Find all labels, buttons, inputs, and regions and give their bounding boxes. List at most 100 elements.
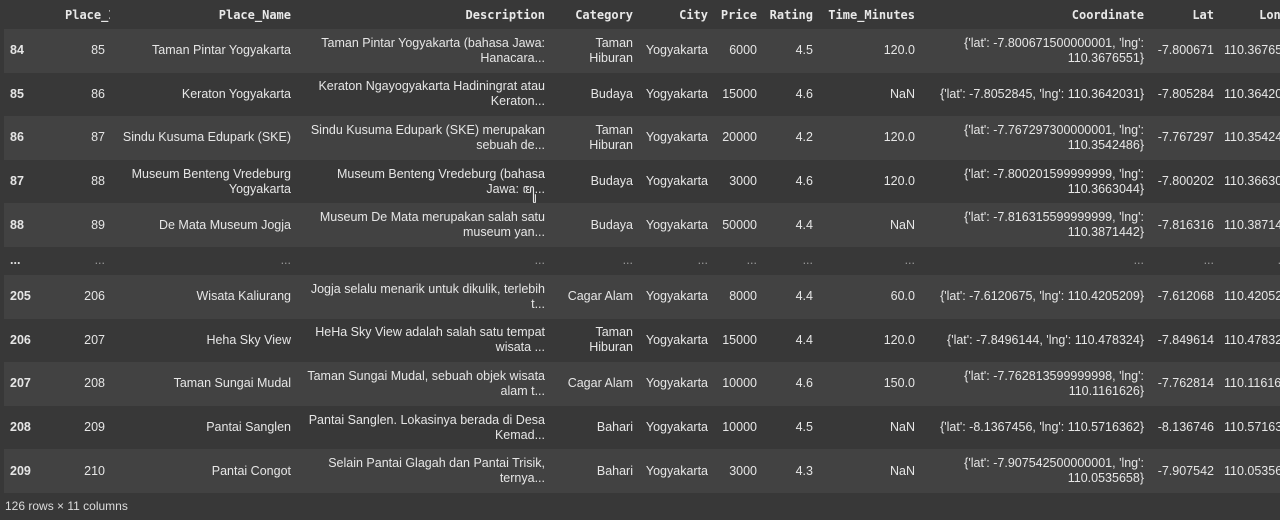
long-cell: 110.367655 — [1224, 43, 1280, 58]
city-cell: ... — [697, 253, 708, 268]
long-header: Long — [1259, 7, 1280, 22]
table-row: 208 209 Pantai Sanglen Pantai Sanglen. Loka… — [4, 405, 1280, 450]
lat-cell: -8.136746 — [1157, 420, 1214, 435]
description-cell: HeHa Sky View adalah salah satu tempat w… — [315, 325, 545, 355]
city-cell: Yogyakarta — [645, 174, 708, 189]
lat-cell: -7.767297 — [1157, 130, 1214, 145]
time-minutes-cell: NaN — [889, 217, 915, 232]
city-cell: Yogyakarta — [645, 376, 708, 391]
city-cell: Yogyakarta — [645, 420, 708, 435]
place-name-cell: ... — [280, 253, 291, 268]
place-id-cell: 206 — [84, 289, 105, 304]
time-minutes-cell: 120.0 — [883, 174, 915, 189]
place-id-cell: ... — [94, 253, 105, 268]
city-cell: Yogyakarta — [645, 332, 708, 347]
description-cell: Keraton Ngayogyakarta Hadiningrat atau K… — [318, 79, 545, 109]
table-row: 87 88 Museum Benteng Vredeburg Yogyakarta M… — [4, 159, 1280, 204]
coordinate-cell: {'lat': -7.907542500000001, 'lng': 110.0… — [964, 456, 1144, 486]
description-cell: Museum Benteng Vredeburg (bahasa Jawa: ꦩ… — [336, 166, 545, 196]
city-cell: Yogyakarta — [645, 86, 708, 101]
price-cell: 8000 — [729, 289, 757, 304]
long-cell: 110.571636 — [1224, 420, 1280, 435]
rating-header: Rating — [769, 7, 813, 22]
lat-cell: -7.612068 — [1157, 289, 1214, 304]
category-cell: Budaya — [590, 86, 633, 101]
table-row: 86 87 Sindu Kusuma Edupark (SKE) Sindu Kusu… — [4, 116, 1280, 160]
ellipsis-row: .................................... — [4, 246, 1280, 275]
rating-cell: 4.6 — [795, 376, 813, 391]
category-cell: Taman Hiburan — [589, 122, 633, 152]
place-id-cell: 87 — [91, 130, 105, 145]
place-id-cell: 210 — [84, 463, 105, 478]
category-cell: Cagar Alam — [567, 376, 633, 391]
category-cell: ... — [622, 253, 633, 268]
place-id-cell: 89 — [91, 217, 105, 232]
category-cell: Budaya — [590, 174, 633, 189]
table-row: 206 207 Heha Sky View HeHa Sky View adalah … — [4, 318, 1280, 363]
description-cell: Taman Pintar Yogyakarta (bahasa Jawa: Ha… — [321, 35, 545, 65]
table-row: 205 206 Wisata Kaliurang Jogja selalu menar… — [4, 274, 1280, 319]
coordinate-cell: {'lat': -7.6120675, 'lng': 110.4205209} — [940, 289, 1144, 304]
long-cell: 110.366304 — [1224, 174, 1280, 189]
description-cell: ... — [534, 253, 545, 268]
description-cell: Pantai Sanglen. Lokasinya berada di Desa… — [308, 412, 545, 442]
place-name-cell: Wisata Kaliurang — [196, 289, 292, 304]
long-cell: 110.354249 — [1224, 130, 1280, 145]
place-id-cell: 88 — [91, 174, 105, 189]
place-id-header: Place_Id — [65, 7, 110, 22]
category-header: Category — [575, 7, 633, 22]
time-minutes-cell: 120.0 — [883, 332, 915, 347]
header-row: Place_Id Place_Name Description Category Cit… — [4, 0, 1280, 29]
time-minutes-cell: NaN — [889, 86, 915, 101]
price-cell: 10000 — [722, 376, 757, 391]
coordinate-cell: ... — [1133, 253, 1144, 268]
row-index: ... — [10, 253, 21, 268]
table-body: 84 85 Taman Pintar Yogyakarta Taman Pintar … — [4, 29, 1280, 493]
city-cell: Yogyakarta — [645, 43, 708, 58]
place-name-cell: Pantai Sanglen — [206, 420, 291, 435]
place-id-cell: 207 — [84, 332, 105, 347]
row-index: 209 — [10, 463, 31, 478]
coordinate-cell: {'lat': -8.1367456, 'lng': 110.5716362} — [940, 420, 1144, 435]
row-index: 85 — [10, 86, 24, 101]
rating-cell: 4.3 — [795, 463, 813, 478]
coordinate-cell: {'lat': -7.762813599999998, 'lng': 110.1… — [964, 368, 1144, 398]
lat-cell: -7.907542 — [1157, 463, 1214, 478]
lat-header: Lat — [1192, 7, 1214, 22]
time-minutes-cell: 150.0 — [883, 376, 915, 391]
lat-cell: -7.805284 — [1157, 86, 1214, 101]
coordinate-cell: {'lat': -7.767297300000001, 'lng': 110.3… — [964, 122, 1144, 152]
table-header: Place_Id Place_Name Description Category Cit… — [4, 0, 1280, 29]
shape-summary: 126 rows × 11 columns — [5, 499, 128, 513]
time-minutes-cell: NaN — [889, 463, 915, 478]
place-name-cell: Pantai Congot — [211, 463, 291, 478]
price-cell: 15000 — [722, 86, 757, 101]
place-name-cell: Taman Pintar Yogyakarta — [152, 43, 291, 58]
price-cell: ... — [746, 253, 757, 268]
place-id-cell: 85 — [91, 43, 105, 58]
table-row: 85 86 Keraton Yogyakarta Keraton Ngayogyaka… — [4, 72, 1280, 117]
price-cell: 20000 — [722, 130, 757, 145]
place-name-cell: Sindu Kusuma Edupark (SKE) — [122, 130, 291, 145]
row-index: 88 — [10, 217, 24, 232]
place-id-cell: 208 — [84, 376, 105, 391]
coordinate-header: Coordinate — [1071, 7, 1144, 22]
rating-cell: 4.5 — [795, 43, 813, 58]
long-cell: 110.478324 — [1224, 332, 1280, 347]
category-cell: Budaya — [590, 217, 633, 232]
price-cell: 6000 — [729, 43, 757, 58]
row-index: 84 — [10, 43, 24, 58]
price-cell: 10000 — [722, 420, 757, 435]
long-cell: ... — [1219, 247, 1280, 275]
place-name-cell: Taman Sungai Mudal — [173, 376, 291, 391]
coordinate-cell: {'lat': -7.8496144, 'lng': 110.478324} — [947, 332, 1144, 347]
rating-cell: 4.4 — [795, 289, 813, 304]
time-minutes-cell: 120.0 — [883, 43, 915, 58]
lat-cell: -7.800671 — [1157, 43, 1214, 58]
coordinate-cell: {'lat': -7.800201599999999, 'lng': 110.3… — [964, 166, 1144, 196]
coordinate-cell: {'lat': -7.8052845, 'lng': 110.3642031} — [940, 86, 1144, 101]
index-header — [4, 0, 60, 29]
row-index: 208 — [10, 420, 31, 435]
description-header: Description — [465, 7, 545, 22]
time-minutes-cell: 120.0 — [883, 130, 915, 145]
